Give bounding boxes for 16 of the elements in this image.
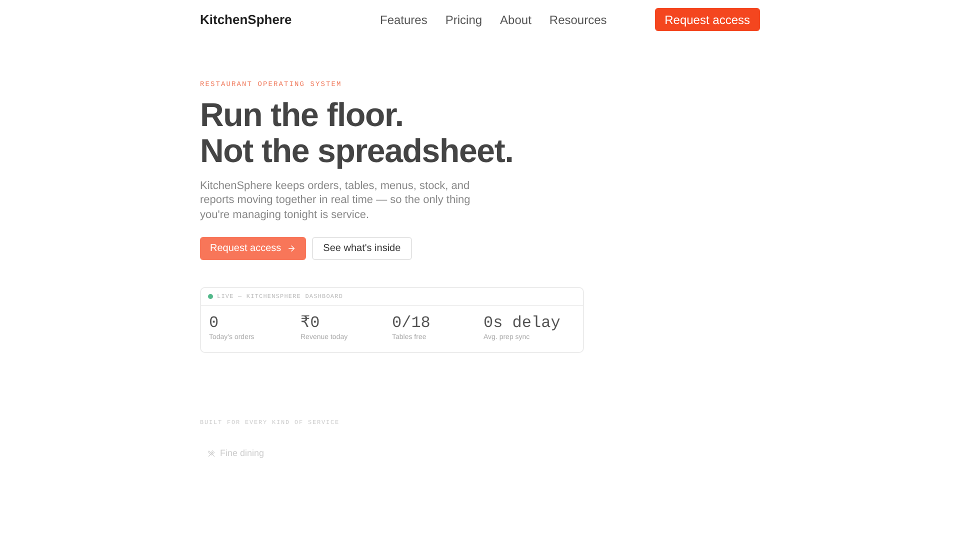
stat-value: ₹0 (300, 313, 320, 333)
stat-value: 0/18 (392, 313, 430, 333)
request-access-button[interactable]: Request access (654, 8, 760, 31)
stat-value: 0s delay (484, 313, 560, 333)
headline: Not the spreadsheet. (200, 132, 514, 168)
logo[interactable]: KitchenSphere (200, 10, 380, 30)
stat-value: 0 (209, 313, 219, 333)
nav-link[interactable]: Pricing (445, 10, 482, 28)
lead-paragraph: KitchenSphere keeps orders, tables, menus, stock, and reports moving together in real time — so the only thing you're managing tonight is service. (200, 178, 472, 222)
nav-link[interactable]: Resources (549, 10, 607, 28)
utensils-icon (208, 450, 215, 457)
headline: Run the floor. (200, 96, 404, 132)
see-inside-button[interactable]: See what's inside (312, 237, 412, 260)
arrow-icon (287, 244, 296, 253)
nav-link[interactable]: About (500, 10, 532, 28)
nav-link[interactable]: Features (380, 10, 428, 28)
